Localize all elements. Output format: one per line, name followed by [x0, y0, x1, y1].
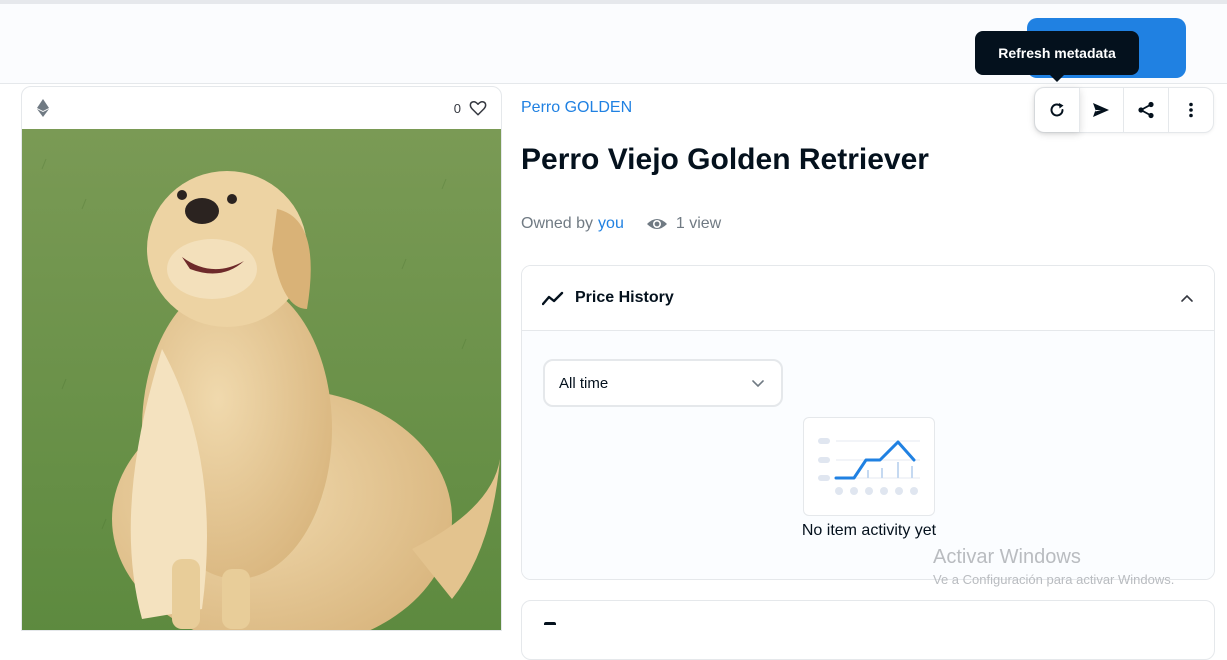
- heart-icon[interactable]: [469, 99, 487, 117]
- more-options-button[interactable]: [1169, 88, 1213, 132]
- price-history-header[interactable]: Price History: [522, 266, 1214, 331]
- refresh-metadata-button[interactable]: [1035, 88, 1080, 132]
- empty-chart-icon: [818, 438, 920, 495]
- time-range-value: All time: [559, 374, 609, 392]
- favorite-control[interactable]: 0: [454, 99, 487, 117]
- eye-icon: [646, 216, 668, 232]
- item-actions-toolbar: [1034, 87, 1214, 133]
- view-count: 1 view: [646, 215, 721, 233]
- share-icon: [1137, 101, 1155, 119]
- trending-icon: [542, 290, 575, 306]
- owned-by-label: Owned by: [521, 215, 594, 232]
- favorite-count: 0: [453, 100, 461, 116]
- price-history-body: All time No item activity yet: [522, 331, 1214, 579]
- item-image-card: 0: [21, 86, 502, 631]
- windows-activation-title: Activar Windows: [933, 546, 1081, 568]
- price-history-title: Price History: [575, 289, 674, 306]
- view-count-label: 1 view: [675, 215, 722, 232]
- next-accordion-panel[interactable]: [521, 600, 1215, 660]
- golden-retriever-image[interactable]: [22, 129, 502, 631]
- chevron-down-icon: [751, 378, 765, 388]
- time-range-select[interactable]: All time: [543, 359, 783, 407]
- share-button[interactable]: [1124, 88, 1169, 132]
- collection-link[interactable]: Perro GOLDEN: [521, 99, 632, 117]
- image-card-header: 0: [22, 87, 501, 129]
- price-history-panel: Price History All time No item activity …: [521, 265, 1215, 580]
- ethereum-icon: [37, 99, 49, 117]
- empty-chart-illustration: [803, 417, 935, 516]
- refresh-icon: [1048, 101, 1066, 119]
- refresh-metadata-tooltip: Refresh metadata: [975, 31, 1139, 82]
- owner-row: Owned by you 1 view: [521, 215, 721, 233]
- transfer-button[interactable]: [1080, 88, 1124, 132]
- send-icon: [1092, 101, 1110, 119]
- owner-link[interactable]: you: [598, 215, 624, 233]
- chevron-up-icon[interactable]: [1180, 293, 1194, 303]
- no-activity-message: No item activity yet: [801, 522, 937, 539]
- panel-icon: [544, 622, 556, 628]
- more-vertical-icon: [1182, 101, 1200, 119]
- windows-activation-subtitle: Ve a Configuración para activar Windows.: [933, 572, 1175, 587]
- item-title: Perro Viejo Golden Retriever: [521, 143, 929, 176]
